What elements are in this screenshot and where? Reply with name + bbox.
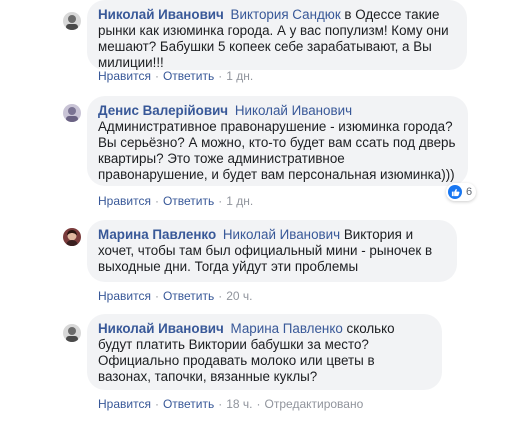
comment-timestamp[interactable]: 18 ч. <box>226 397 252 411</box>
user-avatar-icon <box>63 228 81 246</box>
avatar[interactable] <box>63 324 81 342</box>
comment-bubble: Марина Павленко Николай Иванович Виктори… <box>87 220 457 282</box>
like-button[interactable]: Нравится <box>98 289 151 303</box>
comment-author[interactable]: Николай Иванович <box>98 7 224 22</box>
edited-label[interactable]: Отредактировано <box>265 397 364 411</box>
like-button[interactable]: Нравится <box>98 397 151 411</box>
comment-mention[interactable]: Марина Павленко <box>231 321 343 336</box>
comment-timestamp[interactable]: 1 дн. <box>226 194 253 208</box>
comment-actions: Нравится · Ответить · 18 ч. · Отредактировано <box>98 397 364 411</box>
avatar[interactable] <box>63 228 81 246</box>
comment-bubble: Николай Иванович Виктория Сандюк в Одесс… <box>87 0 467 70</box>
reply-button[interactable]: Ответить <box>163 397 214 411</box>
comment-timestamp[interactable]: 1 дн. <box>226 69 253 83</box>
comment-actions: Нравится · Ответить · 1 дн. <box>98 194 254 208</box>
avatar[interactable] <box>63 104 81 122</box>
comment-author[interactable]: Марина Павленко <box>98 227 216 242</box>
like-button[interactable]: Нравится <box>98 69 151 83</box>
comment-author[interactable]: Денис Валерійович <box>98 103 228 118</box>
user-avatar-icon <box>63 104 81 122</box>
reply-button[interactable]: Ответить <box>163 194 214 208</box>
comment-bubble: Денис Валерійович Николай Иванович Админ… <box>87 96 468 186</box>
reply-button[interactable]: Ответить <box>163 69 214 83</box>
like-reaction-icon <box>448 185 462 199</box>
like-button[interactable]: Нравится <box>98 194 151 208</box>
reply-button[interactable]: Ответить <box>163 289 214 303</box>
user-avatar-icon <box>63 12 81 30</box>
comment-mention[interactable]: Николай Иванович <box>223 227 340 242</box>
comment-bubble: Николай Иванович Марина Павленко сколько… <box>87 314 442 390</box>
reaction-summary[interactable]: 6 <box>446 183 477 201</box>
reaction-count: 6 <box>466 186 473 198</box>
user-avatar-icon <box>63 324 81 342</box>
comment-text: Административное правонарушение - изюмин… <box>98 119 456 182</box>
comment-timestamp[interactable]: 20 ч. <box>226 289 252 303</box>
comment-mention[interactable]: Николай Иванович <box>235 103 352 118</box>
avatar[interactable] <box>63 12 81 30</box>
comment-actions: Нравится · Ответить · 20 ч. <box>98 289 253 303</box>
comment-mention[interactable]: Виктория Сандюк <box>231 7 341 22</box>
comment-actions: Нравится · Ответить · 1 дн. <box>98 69 254 83</box>
comment-author[interactable]: Николай Иванович <box>98 321 224 336</box>
